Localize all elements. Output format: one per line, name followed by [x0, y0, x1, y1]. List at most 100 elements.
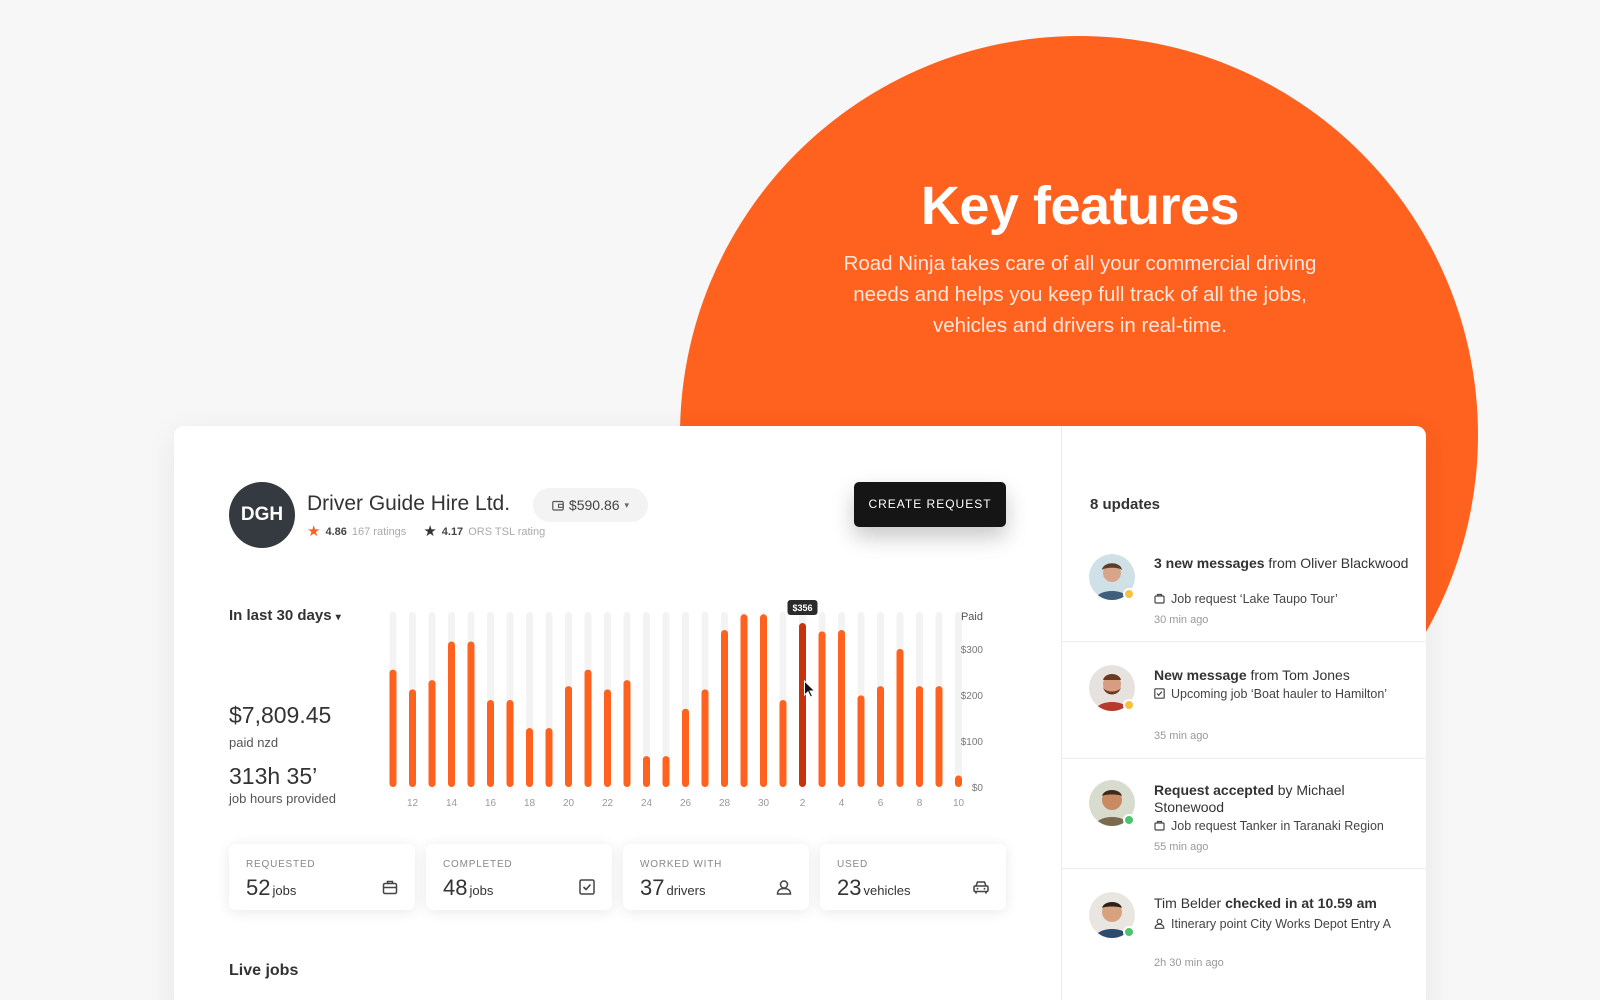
update-detail: Itinerary point City Works Depot Entry A: [1171, 917, 1391, 931]
x-tick-label: 4: [839, 798, 845, 809]
stat-label: REQUESTED: [246, 859, 316, 870]
update-text: New message from Tom Jones: [1154, 667, 1414, 684]
update-detail-row: Itinerary point City Works Depot Entry A: [1154, 916, 1414, 933]
update-item[interactable]: Request accepted by Michael Stonewood Jo…: [1061, 758, 1426, 869]
rating-count: 167 ratings: [351, 525, 407, 538]
update-time: 30 min ago: [1154, 614, 1209, 626]
update-bold: checked in at 10.59 am: [1225, 895, 1377, 911]
update-rest: from Tom Jones: [1246, 667, 1350, 683]
update-item[interactable]: 3 new messages from Oliver Blackwood Job…: [1061, 540, 1426, 642]
chart-bar: [662, 756, 670, 787]
chart-bar: [545, 728, 553, 787]
paid-label: paid nzd: [229, 735, 279, 750]
stat-label: USED: [837, 859, 868, 870]
chart-bar: [877, 686, 884, 787]
period-dropdown[interactable]: In last 30 days ▾: [229, 607, 341, 624]
update-detail: Job request ‘Lake Taupo Tour’: [1171, 592, 1338, 606]
x-tick-label: 18: [524, 798, 536, 809]
check-square-icon: [1154, 688, 1165, 699]
update-detail: Upcoming job ‘Boat hauler to Hamilton’: [1171, 687, 1388, 701]
balance-dropdown[interactable]: $590.86 ▾: [533, 488, 648, 522]
chart-bar: [857, 695, 865, 787]
star-icon: ★: [307, 523, 321, 540]
chart-bar: [838, 629, 845, 787]
update-bold: Request accepted: [1154, 782, 1274, 798]
ors-label: ORS TSL rating: [468, 525, 546, 538]
user-icon: [776, 880, 792, 895]
chart-bar: [604, 689, 611, 787]
update-time: 55 min ago: [1154, 841, 1209, 853]
chart-bar: [916, 686, 923, 787]
chart-bar: [760, 614, 767, 787]
chart-bar: [740, 614, 748, 787]
ors-value: 4.17: [441, 525, 464, 538]
update-detail-row: Job request Tanker in Taranaki Region: [1154, 818, 1414, 835]
chart-bar: [623, 680, 631, 787]
chart-bar: [584, 669, 592, 787]
paid-amount: $7,809.45: [229, 702, 332, 728]
updates-title: 8 updates: [1090, 496, 1161, 513]
stat-value: 37: [640, 875, 665, 900]
star-icon: ★: [423, 523, 437, 540]
x-tick-label: 6: [878, 798, 884, 809]
chart-bar: [448, 641, 455, 787]
x-tick-label: 8: [917, 798, 923, 809]
y-axis-label: Paid: [961, 611, 983, 623]
update-item[interactable]: New message from Tom Jones Upcoming job …: [1061, 641, 1426, 759]
x-tick-label: 2: [800, 798, 806, 809]
create-request-button[interactable]: CREATE REQUEST: [854, 482, 1006, 527]
chart-bar: [526, 728, 533, 787]
company-name: Driver Guide Hire Ltd.: [307, 492, 511, 515]
update-bold: 3 new messages: [1154, 555, 1265, 571]
period-label: In last 30 days: [229, 607, 332, 624]
briefcase-icon: [382, 880, 398, 895]
chart-bar: [779, 699, 787, 787]
balance-value: $590.86: [568, 497, 620, 513]
stat-requested: REQUESTED 52 jobs: [229, 844, 415, 910]
chart-bar: [409, 689, 416, 787]
chart-bar: [428, 680, 436, 787]
update-detail-row: Job request ‘Lake Taupo Tour’: [1154, 591, 1414, 608]
x-tick-label: 22: [602, 798, 614, 809]
x-tick-label: 28: [719, 798, 731, 809]
hero-title: Key features: [920, 176, 1240, 236]
x-tick-label: 12: [407, 798, 419, 809]
car-icon: [973, 881, 989, 894]
wallet-icon: [552, 500, 564, 511]
chart-bar: [682, 708, 689, 787]
stat-unit: vehicles: [863, 883, 911, 898]
update-time: 35 min ago: [1154, 730, 1209, 742]
y-tick-label: $200: [961, 691, 984, 702]
stat-value: 48: [443, 875, 468, 900]
stat-value: 23: [837, 875, 862, 900]
job-hours-label: job hours provided: [229, 791, 336, 806]
rating-row: ★ 4.86 167 ratings ★ 4.17 ORS TSL rating: [307, 524, 545, 539]
x-tick-label: 14: [446, 798, 458, 809]
chart-bar: [721, 629, 728, 787]
chart-bar: [799, 623, 806, 787]
status-dot: [1123, 588, 1135, 600]
chart-bar: [955, 775, 962, 787]
user-icon: [1154, 918, 1165, 929]
stat-completed: COMPLETED 48 jobs: [426, 844, 612, 910]
status-dot: [1123, 814, 1135, 826]
update-detail-row: Upcoming job ‘Boat hauler to Hamilton’: [1154, 686, 1414, 703]
stat-unit: jobs: [272, 883, 297, 898]
update-text: Request accepted by Michael Stonewood: [1154, 782, 1414, 816]
rating-value: 4.86: [325, 525, 347, 538]
update-time: 2h 30 min ago: [1154, 957, 1224, 969]
stat-worked-with: WORKED WITH 37 drivers: [623, 844, 809, 910]
update-item[interactable]: Tim Belder checked in at 10.59 am Itiner…: [1061, 868, 1426, 986]
update-text: Tim Belder checked in at 10.59 am: [1154, 895, 1414, 912]
chart-bar: [935, 686, 943, 787]
update-text: 3 new messages from Oliver Blackwood: [1154, 555, 1414, 572]
hero-subtitle: Road Ninja takes care of all your commer…: [843, 252, 1317, 337]
x-tick-label: 16: [485, 798, 497, 809]
chart-bar: [643, 756, 650, 787]
chart-bar: [506, 699, 514, 787]
live-jobs-heading: Live jobs: [229, 962, 299, 979]
briefcase-icon: [1154, 593, 1165, 604]
chart-bar: [701, 689, 709, 787]
update-detail: Job request Tanker in Taranaki Region: [1171, 819, 1384, 833]
stat-label: WORKED WITH: [640, 859, 723, 870]
